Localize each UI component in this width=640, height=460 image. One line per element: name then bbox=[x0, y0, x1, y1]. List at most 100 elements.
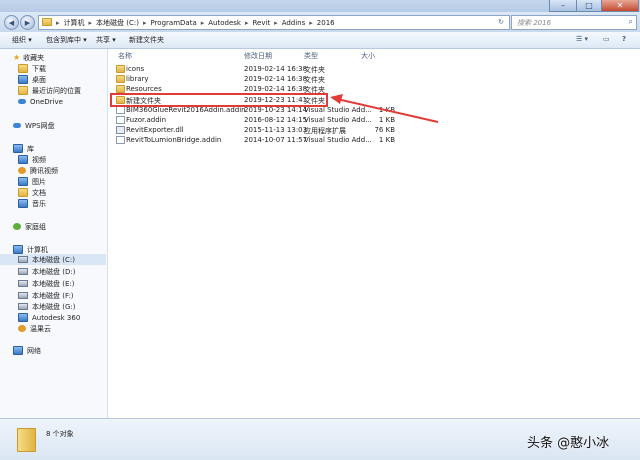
music-icon bbox=[18, 199, 28, 208]
sidebar-item-videos[interactable]: 视频 bbox=[18, 154, 46, 165]
file-date: 2015-11-13 13:03 bbox=[244, 126, 308, 134]
tencent-video-icon bbox=[18, 167, 26, 174]
breadcrumb-revit[interactable]: Revit bbox=[249, 19, 273, 27]
breadcrumb-addins[interactable]: Addins bbox=[279, 19, 309, 27]
sidebar-item-drive-c[interactable]: 本地磁盘 (C:) bbox=[0, 254, 106, 265]
drive-icon bbox=[18, 256, 28, 263]
file-date: 2019-02-14 16:38 bbox=[244, 85, 308, 93]
computer-icon bbox=[13, 245, 23, 254]
sidebar-item-drive-e[interactable]: 本地磁盘 (E:) bbox=[18, 278, 74, 289]
breadcrumb-programdata[interactable]: ProgramData bbox=[147, 19, 199, 27]
sidebar-label: Autodesk 360 bbox=[32, 313, 81, 322]
view-options-icon[interactable]: ☰ ▾ bbox=[576, 35, 588, 43]
maximize-button[interactable]: □ bbox=[576, 0, 602, 12]
sidebar-item-documents[interactable]: 文档 bbox=[18, 187, 46, 198]
onedrive-icon bbox=[18, 99, 26, 104]
file-date: 2019-02-14 16:38 bbox=[244, 65, 308, 73]
sidebar-item-drive-d[interactable]: 本地磁盘 (D:) bbox=[18, 266, 75, 277]
organize-menu[interactable]: 组织 ▾ bbox=[12, 35, 32, 45]
sidebar-item-onedrive[interactable]: OneDrive bbox=[18, 96, 63, 107]
preview-pane-icon[interactable]: ▭ bbox=[603, 35, 610, 43]
drive-icon bbox=[18, 280, 28, 287]
file-row[interactable]: Fuzor.addin 2016-08-12 14:15 Visual Stud… bbox=[113, 115, 518, 125]
back-button[interactable]: ◀ bbox=[4, 15, 19, 30]
title-bar: – □ ✕ bbox=[0, 0, 640, 12]
folder-icon bbox=[17, 428, 36, 452]
column-header-date[interactable]: 修改日期 bbox=[244, 51, 272, 61]
sidebar-label: OneDrive bbox=[30, 97, 63, 106]
addin-file-icon bbox=[116, 116, 125, 124]
file-name: Resources bbox=[126, 85, 162, 93]
navigation-pane: ★ 收藏夹 下载 桌面 最近访问的位置 OneDrive WPS网盘 库 视频 腾… bbox=[0, 49, 108, 418]
sidebar-label: 最近访问的位置 bbox=[32, 86, 81, 95]
column-header-name[interactable]: 名称 bbox=[118, 51, 132, 61]
refresh-icon[interactable]: ↻ bbox=[498, 18, 504, 26]
file-name: RevitExporter.dll bbox=[126, 126, 184, 134]
breadcrumb-drive-c[interactable]: 本地磁盘 (C:) bbox=[93, 18, 142, 28]
close-button[interactable]: ✕ bbox=[601, 0, 639, 12]
network-icon bbox=[13, 346, 23, 355]
file-size: 76 KB bbox=[374, 126, 395, 134]
file-name: BIM360GlueRevit2016Addin.addin bbox=[126, 106, 246, 114]
file-row[interactable]: icons 2019-02-14 16:38 文件夹 bbox=[113, 64, 518, 74]
sidebar-label: 音乐 bbox=[32, 199, 46, 208]
sidebar-item-desktop[interactable]: 桌面 bbox=[18, 74, 46, 85]
explorer-window: – □ ✕ ◀ ▶ ▸ 计算机 ▸ 本地磁盘 (C:) ▸ ProgramDat… bbox=[0, 0, 640, 460]
sidebar-item-recent[interactable]: 最近访问的位置 bbox=[18, 85, 81, 96]
include-in-library-menu[interactable]: 包含到库中 ▾ bbox=[46, 35, 87, 45]
sidebar-item-music[interactable]: 音乐 bbox=[18, 198, 46, 209]
sidebar-item-drive-f[interactable]: 本地磁盘 (F:) bbox=[18, 290, 74, 301]
sidebar-item-network[interactable]: 网络 bbox=[13, 345, 41, 356]
sidebar-label: 收藏夹 bbox=[23, 53, 45, 62]
new-folder-button[interactable]: 新建文件夹 bbox=[129, 35, 164, 45]
sidebar-item-favorites[interactable]: ★ 收藏夹 bbox=[13, 52, 44, 63]
annotation-highlight-box bbox=[110, 93, 328, 107]
sidebar-label: 腾讯视频 bbox=[30, 166, 58, 175]
drive-icon bbox=[18, 292, 28, 299]
sidebar-item-pictures[interactable]: 图片 bbox=[18, 176, 46, 187]
library-icon bbox=[13, 144, 23, 153]
file-size: 1 KB bbox=[378, 136, 395, 144]
documents-icon bbox=[18, 188, 28, 197]
column-header-type[interactable]: 类型 bbox=[304, 51, 318, 61]
column-header-size[interactable]: 大小 bbox=[361, 51, 375, 61]
forward-button[interactable]: ▶ bbox=[20, 15, 35, 30]
file-date: 2019-10-23 14:14 bbox=[244, 106, 308, 114]
folder-icon bbox=[116, 75, 125, 83]
video-icon bbox=[18, 155, 28, 164]
sidebar-item-autodesk360[interactable]: Autodesk 360 bbox=[18, 312, 80, 323]
share-menu[interactable]: 共享 ▾ bbox=[96, 35, 116, 45]
sidebar-label: 计算机 bbox=[27, 245, 48, 254]
sidebar-label: 库 bbox=[27, 144, 34, 153]
sidebar-item-wps[interactable]: WPS网盘 bbox=[13, 120, 55, 131]
search-icon[interactable]: ⌕ bbox=[629, 17, 633, 27]
file-date: 2019-02-14 16:38 bbox=[244, 75, 308, 83]
addin-file-icon bbox=[116, 106, 125, 114]
help-icon[interactable]: ? bbox=[622, 35, 626, 43]
wps-cloud-icon bbox=[13, 123, 21, 128]
sidebar-label: 图片 bbox=[32, 177, 46, 186]
sidebar-item-libraries[interactable]: 库 bbox=[13, 143, 34, 154]
sidebar-item-downloads[interactable]: 下载 bbox=[18, 63, 46, 74]
sidebar-item-drive-g[interactable]: 本地磁盘 (G:) bbox=[18, 301, 75, 312]
breadcrumb-autodesk[interactable]: Autodesk bbox=[205, 19, 244, 27]
file-row[interactable]: library 2019-02-14 16:38 文件夹 bbox=[113, 74, 518, 84]
file-row[interactable]: RevitExporter.dll 2015-11-13 13:03 应用程序扩… bbox=[113, 125, 518, 135]
sidebar-item-homegroup[interactable]: 家庭组 bbox=[13, 221, 46, 232]
autodesk360-icon bbox=[18, 313, 28, 322]
pictures-icon bbox=[18, 177, 28, 186]
navigation-bar: ◀ ▶ ▸ 计算机 ▸ 本地磁盘 (C:) ▸ ProgramData ▸ Au… bbox=[0, 12, 640, 32]
address-bar[interactable]: ▸ 计算机 ▸ 本地磁盘 (C:) ▸ ProgramData ▸ Autode… bbox=[38, 15, 510, 30]
breadcrumb-2016[interactable]: 2016 bbox=[314, 19, 338, 27]
file-row[interactable]: RevitToLumionBridge.addin 2014-10-07 11:… bbox=[113, 135, 518, 145]
cloud-drive-icon bbox=[18, 325, 26, 332]
minimize-button[interactable]: – bbox=[549, 0, 577, 12]
sidebar-item-tencent-video[interactable]: 腾讯视频 bbox=[18, 165, 58, 176]
breadcrumb-computer[interactable]: 计算机 bbox=[61, 18, 88, 28]
sidebar-label: 桌面 bbox=[32, 75, 46, 84]
command-bar: 组织 ▾ 包含到库中 ▾ 共享 ▾ 新建文件夹 ☰ ▾ ▭ ? bbox=[0, 32, 640, 49]
sidebar-item-cloud[interactable]: 温果云 bbox=[18, 323, 51, 334]
item-count: 8 个对象 bbox=[46, 430, 74, 438]
search-input[interactable]: 搜索 2016 ⌕ bbox=[511, 15, 637, 30]
downloads-icon bbox=[18, 64, 28, 73]
